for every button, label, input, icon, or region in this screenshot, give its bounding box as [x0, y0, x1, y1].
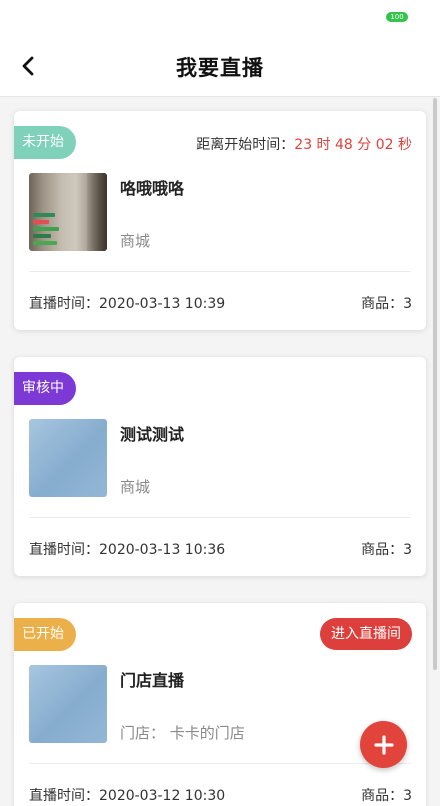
stream-title: 测试测试 — [120, 425, 185, 444]
stream-cover-image — [29, 665, 107, 743]
scrollbar[interactable] — [433, 98, 437, 670]
plus-icon — [373, 734, 394, 755]
status-badge: 未开始 — [14, 126, 76, 159]
stream-source: 门店： 卡卡的门店 — [120, 724, 245, 742]
goods-count: 商品：3 — [361, 788, 412, 804]
divider — [29, 763, 411, 764]
stream-cover-image — [29, 419, 107, 497]
status-badge: 审核中 — [14, 372, 76, 405]
stream-source: 商城 — [120, 232, 151, 250]
stream-list[interactable]: 未开始 距离开始时间：23 时 48 分 02 秒 咯哦哦咯 商城 直播时间：2… — [0, 97, 440, 806]
countdown-value: 23 时 48 分 02 秒 — [294, 137, 412, 153]
stream-card[interactable]: 未开始 距离开始时间：23 时 48 分 02 秒 咯哦哦咯 商城 直播时间：2… — [14, 111, 426, 330]
enter-live-room-button[interactable]: 进入直播间 — [320, 618, 412, 650]
stream-source: 商城 — [120, 478, 151, 496]
stream-title: 咯哦哦咯 — [120, 179, 185, 198]
stream-time: 直播时间：2020-03-13 10:39 — [29, 296, 226, 312]
divider — [29, 271, 411, 272]
divider — [29, 517, 411, 518]
countdown: 距离开始时间：23 时 48 分 02 秒 — [196, 134, 412, 154]
battery-icon: 100 — [386, 12, 408, 22]
add-stream-button[interactable] — [360, 721, 407, 768]
stream-card[interactable]: 已开始 进入直播间 门店直播 门店： 卡卡的门店 直播时间：2020-03-12… — [14, 603, 426, 806]
status-badge: 已开始 — [14, 618, 76, 651]
goods-count: 商品：3 — [361, 296, 412, 312]
goods-count: 商品：3 — [361, 542, 412, 558]
countdown-label: 距离开始时间： — [196, 137, 295, 153]
stream-time: 直播时间：2020-03-13 10:36 — [29, 542, 226, 558]
stream-time: 直播时间：2020-03-12 10:30 — [29, 788, 226, 804]
stream-cover-image — [29, 173, 107, 251]
page-title: 我要直播 — [176, 56, 264, 80]
status-bar: 100 — [0, 0, 440, 36]
stream-title: 门店直播 — [120, 671, 185, 690]
stream-card[interactable]: 审核中 测试测试 商城 直播时间：2020-03-13 10:36 商品：3 — [14, 357, 426, 576]
nav-bar: 我要直播 — [0, 36, 440, 97]
